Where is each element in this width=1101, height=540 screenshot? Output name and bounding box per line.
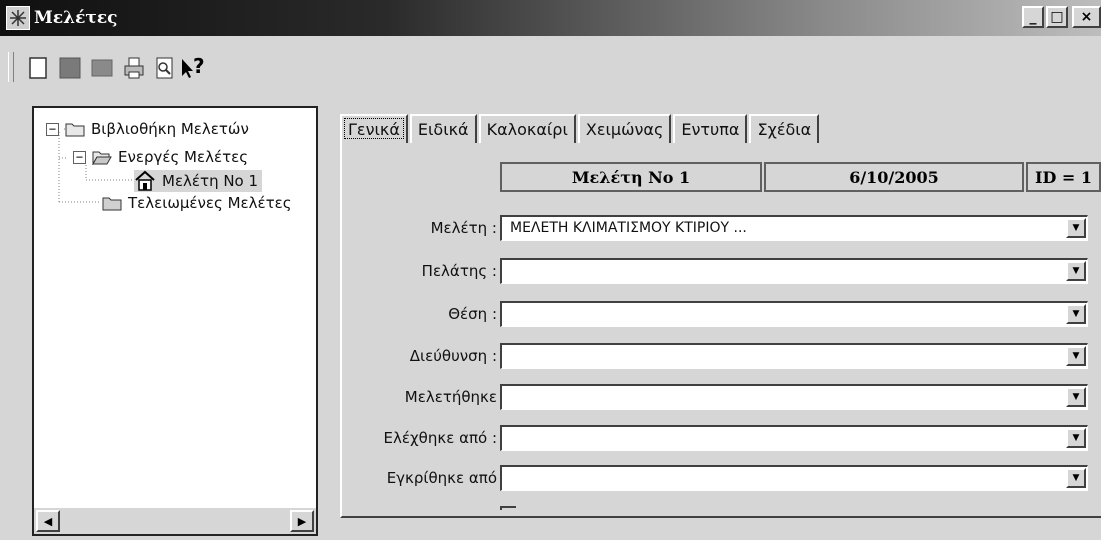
print-button[interactable] [122,56,146,80]
new-document-icon [29,57,47,79]
preview-button[interactable] [152,56,176,80]
study-name-display: Μελέτη Νο 1 [500,162,762,192]
label-checked-by: Ελέχθηκε από : [383,429,497,447]
open-icon [59,57,81,79]
chevron-down-icon: ▼ [1072,266,1080,276]
title-bar[interactable]: Μελέτες _ □ × [0,0,1101,36]
label-studied-by: Μελετήθηκε [404,388,497,406]
tab-strip: Γενικά Ειδικά Καλοκαίρι Χειμώνας Εντυπα … [340,114,821,143]
tab-page-general [340,142,1101,518]
tab-forms[interactable]: Εντυπα [673,114,748,143]
tree-label-active-studies: Ενεργές Μελέτες [118,148,249,166]
chevron-down-icon: ▼ [1072,309,1080,319]
tree-item-study-1[interactable]: Μελέτη Νο 1 [134,170,263,192]
label-address: Διεύθυνση : [409,347,497,365]
scroll-right-button[interactable]: ▶ [290,510,314,532]
tree-item-library[interactable]: − Βιβλιοθήκη Μελετών [46,120,249,138]
tree-label-completed-studies: Τελειωμένες Μελέτες [128,194,292,212]
dropdown-button[interactable]: ▼ [1066,346,1086,366]
house-icon [135,170,155,191]
chevron-down-icon: ▼ [1072,433,1080,443]
maximize-icon: □ [1050,9,1064,25]
study-combo-value: ΜΕΛΕΤΗ ΚΛΙΜΑΤΙΣΜΟΥ ΚΤΙΡΙΟΥ ... [510,220,747,236]
minimize-button[interactable]: _ [1022,6,1044,28]
address-combo[interactable]: ▼ [500,343,1088,369]
study-date-display: 6/10/2005 [764,162,1024,192]
checked-by-combo[interactable]: ▼ [500,425,1088,451]
close-button[interactable]: × [1072,6,1101,28]
save-icon [91,59,113,77]
print-icon [124,57,144,79]
study-combo[interactable]: ΜΕΛΕΤΗ ΚΛΙΜΑΤΙΣΜΟΥ ΚΤΙΡΙΟΥ ... ▼ [500,215,1088,241]
study-tree-panel[interactable]: − Βιβλιοθήκη Μελετών − Ενεργές Μελέτες Μ… [32,106,318,536]
label-approved-by: Εγκρίθηκε από [386,469,497,487]
tree-item-completed-studies[interactable]: Τελειωμένες Μελέτες [102,194,292,212]
app-window: Μελέτες _ □ × ? − Βιβλιοθήκη Μελετών − Ε… [0,0,1101,540]
minimize-icon: _ [1029,9,1037,25]
open-button[interactable] [58,56,82,80]
folder-icon [65,123,85,137]
maximize-button[interactable]: □ [1046,6,1068,28]
tab-winter[interactable]: Χειμώνας [577,114,672,143]
window-title: Μελέτες [34,8,118,28]
chevron-down-icon: ▼ [1072,351,1080,361]
dropdown-button[interactable]: ▼ [1066,428,1086,448]
label-location: Θέση : [448,305,497,323]
open-folder-icon [92,151,112,165]
context-help-icon: ? [193,54,205,78]
client-combo[interactable]: ▼ [500,258,1088,284]
toolbar-grip[interactable] [8,52,14,82]
dropdown-button[interactable]: ▼ [1066,387,1086,407]
collapse-icon[interactable]: − [73,150,86,164]
location-combo[interactable]: ▼ [500,301,1088,327]
collapse-icon[interactable]: − [46,122,59,136]
tree-item-active-studies[interactable]: − Ενεργές Μελέτες [73,148,248,166]
close-icon: × [1080,9,1093,25]
tab-drawings[interactable]: Σχέδια [749,114,820,143]
studied-by-combo[interactable]: ▼ [500,384,1088,410]
tree-label-study-1: Μελέτη Νο 1 [162,172,259,190]
dropdown-button[interactable]: ▼ [1066,218,1086,238]
chevron-down-icon: ▼ [1072,473,1080,483]
study-id-display: ID = 1 [1026,162,1101,192]
tab-summer[interactable]: Καλοκαίρι [478,114,576,143]
label-study: Μελέτη : [430,219,497,237]
tree-horizontal-scrollbar[interactable]: ◀ ▶ [34,508,316,534]
preview-icon [156,57,173,79]
dropdown-button[interactable]: ▼ [1066,468,1086,488]
app-snowflake-icon [6,6,30,30]
tab-general[interactable]: Γενικά [340,114,408,143]
new-button[interactable] [26,56,50,80]
arrow-pointer-icon [182,59,193,78]
scroll-left-button[interactable]: ◀ [36,510,60,532]
chevron-down-icon: ▼ [1072,223,1080,233]
tab-specific[interactable]: Ειδικά [409,114,477,143]
save-button[interactable] [90,56,114,80]
chevron-down-icon: ▼ [1072,392,1080,402]
checkbox-partial[interactable] [500,506,516,510]
triangle-right-icon: ▶ [297,514,307,528]
dropdown-button[interactable]: ▼ [1066,261,1086,281]
triangle-left-icon: ◀ [43,514,53,528]
tree-label-library: Βιβλιοθήκη Μελετών [91,120,249,138]
folder-icon [102,197,122,211]
context-help-button[interactable]: ? [180,54,214,80]
dropdown-button[interactable]: ▼ [1066,304,1086,324]
approved-by-combo[interactable]: ▼ [500,465,1088,491]
label-client: Πελάτης : [421,262,497,280]
